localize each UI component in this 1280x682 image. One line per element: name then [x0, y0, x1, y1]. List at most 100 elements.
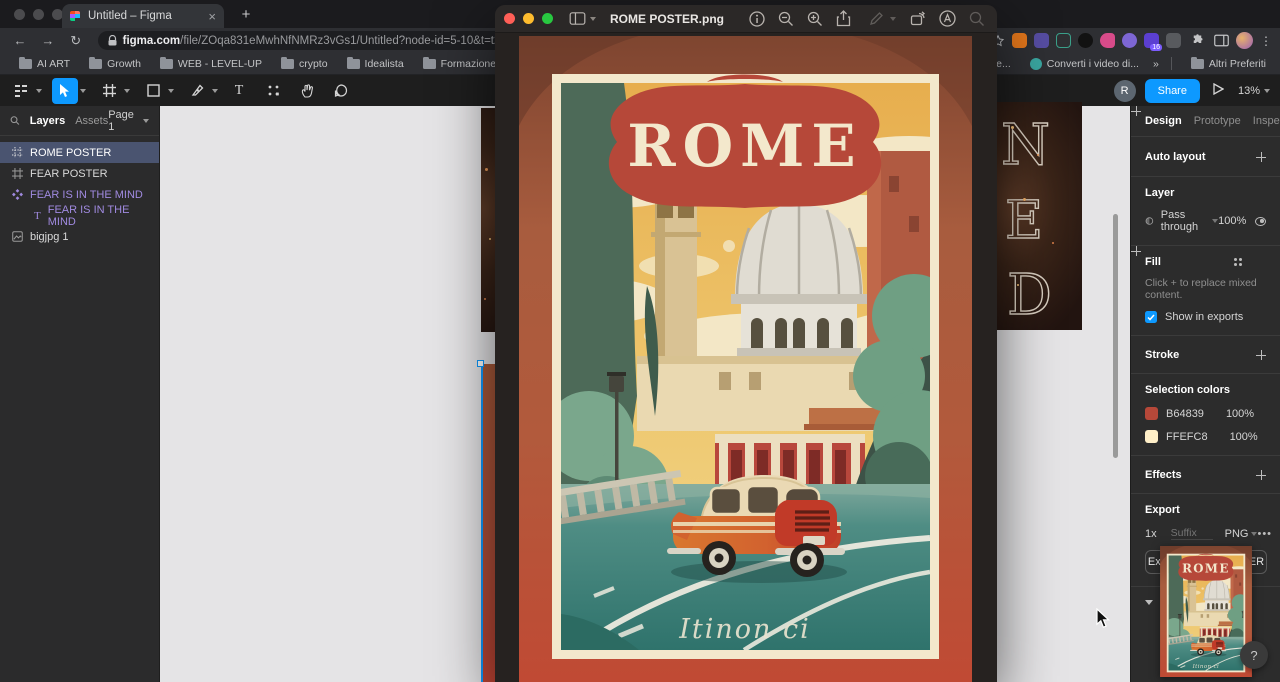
- help-button[interactable]: ?: [1240, 641, 1268, 669]
- export-preview-thumbnail[interactable]: [1160, 546, 1252, 677]
- pen-tool[interactable]: [184, 78, 210, 104]
- extension-dark-circle-icon[interactable]: [1077, 33, 1093, 48]
- tab-assets[interactable]: Assets: [75, 115, 108, 127]
- chevron-down-icon[interactable]: [590, 16, 596, 21]
- fear-poster-canvas-sliver[interactable]: [481, 108, 495, 332]
- frame-tool[interactable]: [96, 78, 122, 104]
- show-in-exports-checkbox[interactable]: [1145, 311, 1157, 323]
- search-icon[interactable]: [10, 115, 20, 126]
- zoom-preview-button[interactable]: [542, 13, 553, 24]
- export-scale[interactable]: 1x: [1145, 528, 1157, 540]
- bookmark-item[interactable]: AI ART: [14, 56, 70, 70]
- preview-titlebar[interactable]: ROME POSTER.png: [495, 5, 997, 33]
- bookmark-item[interactable]: Formazione: [418, 56, 496, 70]
- chevron-down-icon[interactable]: [143, 118, 149, 123]
- layer-opacity[interactable]: 100%: [1218, 215, 1246, 227]
- bookmark-item[interactable]: Converti i video di...: [1025, 57, 1139, 70]
- reload-icon[interactable]: ↻: [68, 33, 84, 49]
- bookmark-item[interactable]: WEB - LEVEL-UP: [155, 56, 262, 70]
- preview-disclosure-icon[interactable]: [1145, 599, 1153, 605]
- export-suffix-input[interactable]: [1170, 527, 1213, 540]
- chevron-down-icon[interactable]: [124, 88, 130, 93]
- browser-tab[interactable]: Untitled – Figma ×: [62, 4, 224, 28]
- chevron-down-icon[interactable]: [80, 88, 86, 93]
- extension-purple-icon[interactable]: [1033, 33, 1049, 48]
- minimize-preview-button[interactable]: [523, 13, 534, 24]
- selection-handle[interactable]: [477, 360, 484, 367]
- add-effect-icon[interactable]: [1256, 470, 1266, 480]
- export-options-icon[interactable]: •••: [1257, 528, 1272, 540]
- text-tool[interactable]: T: [226, 78, 252, 104]
- extension-key-icon[interactable]: [1099, 33, 1115, 48]
- layer-row-rome-poster[interactable]: ROME POSTER: [0, 142, 159, 163]
- comment-tool[interactable]: [328, 78, 354, 104]
- browser-avatar[interactable]: [1235, 32, 1253, 49]
- zoom-out-icon[interactable]: [778, 11, 794, 27]
- layer-row-fear-poster[interactable]: FEAR POSTER: [0, 163, 159, 184]
- tab-design[interactable]: Design: [1145, 115, 1182, 127]
- annotate-icon[interactable]: [939, 10, 956, 27]
- present-button[interactable]: [1212, 82, 1225, 100]
- back-icon[interactable]: ←: [12, 33, 28, 48]
- main-menu-icon[interactable]: [8, 78, 34, 104]
- resources-tool[interactable]: [260, 78, 286, 104]
- shape-tool[interactable]: [140, 78, 166, 104]
- bookmark-item[interactable]: crypto: [276, 56, 328, 70]
- chevron-down-icon[interactable]: [168, 88, 174, 93]
- color-swatch[interactable]: [1145, 407, 1158, 420]
- browser-menu-icon[interactable]: ⋮: [1260, 34, 1272, 48]
- extension-ghost-icon[interactable]: [1121, 33, 1137, 48]
- layer-row-bigjpg[interactable]: bigjpg 1: [0, 226, 159, 247]
- side-panel-icon[interactable]: [1214, 34, 1229, 47]
- chevron-down-icon[interactable]: [212, 88, 218, 93]
- fear-poster-canvas-fragment[interactable]: N E D: [997, 102, 1082, 330]
- color-swatch[interactable]: [1145, 430, 1158, 443]
- extension-metamask-icon[interactable]: [1011, 33, 1027, 48]
- bookmark-item[interactable]: Idealista: [342, 56, 404, 70]
- move-tool[interactable]: [52, 77, 78, 104]
- forward-icon[interactable]: →: [40, 33, 56, 48]
- extension-n-icon[interactable]: [1055, 33, 1071, 48]
- fill-styles-icon[interactable]: [1234, 258, 1242, 266]
- user-avatar[interactable]: R: [1113, 79, 1136, 102]
- zoom-in-icon[interactable]: [807, 11, 823, 27]
- rotate-icon[interactable]: [910, 11, 926, 26]
- remove-export-icon[interactable]: [1232, 505, 1242, 515]
- layer-row-fear-text[interactable]: T FEAR IS IN THE MIND: [0, 204, 159, 228]
- add-fill-icon[interactable]: [1256, 257, 1266, 267]
- blend-mode-icon[interactable]: [1145, 215, 1154, 227]
- extension-code-icon[interactable]: [1165, 33, 1181, 48]
- page-selector[interactable]: Page 1: [108, 109, 139, 133]
- new-tab-button[interactable]: +: [238, 7, 254, 23]
- visibility-eye-icon[interactable]: [1255, 216, 1266, 226]
- bookmarks-overflow-chevron[interactable]: »: [1153, 58, 1159, 70]
- layer-row-fear-component[interactable]: FEAR IS IN THE MIND: [0, 184, 159, 205]
- hand-tool[interactable]: [294, 78, 320, 104]
- close-window-button[interactable]: [14, 8, 25, 20]
- tab-layers[interactable]: Layers: [30, 115, 65, 127]
- rome-poster-canvas-sliver[interactable]: [481, 364, 495, 682]
- extensions-puzzle-icon[interactable]: [1190, 33, 1205, 48]
- other-bookmarks[interactable]: Altri Preferiti: [1186, 56, 1266, 70]
- markup-pen-icon[interactable]: [869, 11, 884, 26]
- tab-prototype[interactable]: Prototype: [1194, 115, 1241, 127]
- search-icon[interactable]: [969, 11, 985, 27]
- preview-window[interactable]: ROME POSTER.png Itinon ci ROME: [495, 5, 997, 682]
- preview-sidebar-icon[interactable]: [569, 12, 586, 25]
- export-format[interactable]: PNG: [1225, 528, 1249, 540]
- add-stroke-icon[interactable]: [1256, 350, 1266, 360]
- zoom-menu[interactable]: 13%: [1238, 85, 1270, 97]
- selection-color-row[interactable]: FFEFC8 100%: [1145, 430, 1266, 443]
- selection-color-row[interactable]: B64839 100%: [1145, 407, 1266, 420]
- share-button[interactable]: Share: [1144, 78, 1200, 103]
- add-export-icon[interactable]: [1256, 505, 1266, 515]
- tab-inspect[interactable]: Inspect: [1253, 115, 1280, 127]
- share-icon[interactable]: [836, 10, 851, 27]
- minimize-window-button[interactable]: [33, 8, 44, 20]
- blend-mode-value[interactable]: Pass through: [1161, 209, 1208, 233]
- canvas-scrollbar[interactable]: [1113, 214, 1118, 458]
- bookmark-item[interactable]: Growth: [84, 56, 141, 70]
- close-preview-button[interactable]: [504, 13, 515, 24]
- chevron-down-icon[interactable]: [890, 16, 896, 21]
- add-auto-layout-icon[interactable]: [1256, 152, 1266, 162]
